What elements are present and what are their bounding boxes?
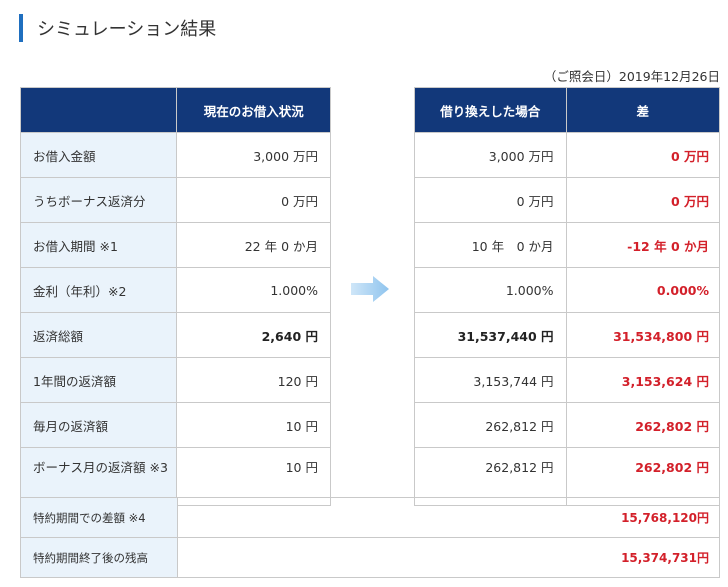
current-bonus-portion: 0 万円 bbox=[176, 177, 331, 223]
row-label-bonus-portion: うちボーナス返済分 bbox=[19, 177, 178, 223]
current-total-repayment: 2,640 円 bbox=[176, 312, 331, 358]
balance-after-special-period: 15,374,731円 bbox=[177, 537, 720, 578]
refinance-loan-amount: 3,000 万円 bbox=[414, 132, 567, 178]
refinance-annual-repayment: 3,153,744 円 bbox=[414, 357, 567, 403]
refinance-table: 借り換えした場合 差 3,000 万円 0 万円 0 万円 0 万円 10 年 … bbox=[414, 87, 721, 506]
current-loan-header: 現在のお借入状況 bbox=[176, 87, 331, 133]
title-accent-bar bbox=[19, 14, 23, 42]
difference-header: 差 bbox=[565, 87, 721, 133]
refinance-loan-period: 10 年 0 か月 bbox=[414, 222, 567, 268]
diff-bonus-portion: 0 万円 bbox=[565, 177, 721, 223]
arrow-right-icon bbox=[351, 276, 389, 302]
page-title-wrap: シミュレーション結果 bbox=[19, 13, 216, 43]
row-label-balance-after-special-period: 特約期間終了後の残高 bbox=[20, 537, 178, 578]
refinance-interest-rate: 1.000% bbox=[414, 267, 567, 313]
row-label-interest-rate: 金利（年利）※2 bbox=[19, 267, 178, 313]
row-label-annual-repayment: 1年間の返済額 bbox=[19, 357, 178, 403]
diff-annual-repayment: 3,153,624 円 bbox=[565, 357, 721, 403]
diff-interest-rate: 0.000% bbox=[565, 267, 721, 313]
refinance-bonus-portion: 0 万円 bbox=[414, 177, 567, 223]
diff-loan-period: -12 年 0 か月 bbox=[565, 222, 721, 268]
current-monthly-repayment: 10 円 bbox=[176, 402, 331, 448]
refinance-monthly-repayment: 262,812 円 bbox=[414, 402, 567, 448]
current-annual-repayment: 120 円 bbox=[176, 357, 331, 403]
current-loan-period: 22 年 0 か月 bbox=[176, 222, 331, 268]
current-loan-amount: 3,000 万円 bbox=[176, 132, 331, 178]
reference-date: （ご照会日）2019年12月26日 bbox=[543, 69, 720, 84]
row-label-special-period-difference: 特約期間での差額 ※4 bbox=[20, 497, 178, 538]
current-interest-rate: 1.000% bbox=[176, 267, 331, 313]
current-loan-table: 現在のお借入状況 お借入金額 3,000 万円 うちボーナス返済分 0 万円 お… bbox=[19, 87, 331, 506]
refinance-total-repayment: 31,537,440 円 bbox=[414, 312, 567, 358]
row-label-loan-period: お借入期間 ※1 bbox=[19, 222, 178, 268]
row-label-total-repayment: 返済総額 bbox=[19, 312, 178, 358]
refinance-header: 借り換えした場合 bbox=[414, 87, 567, 133]
special-period-table: 特約期間での差額 ※4 15,768,120円 特約期間終了後の残高 15,37… bbox=[20, 497, 720, 578]
special-period-difference: 15,768,120円 bbox=[177, 497, 720, 538]
row-label-loan-amount: お借入金額 bbox=[19, 132, 178, 178]
diff-total-repayment: 31,534,800 円 bbox=[565, 312, 721, 358]
page-title: シミュレーション結果 bbox=[37, 19, 217, 40]
row-label-monthly-repayment: 毎月の返済額 bbox=[19, 402, 178, 448]
left-header-blank bbox=[19, 87, 178, 133]
diff-loan-amount: 0 万円 bbox=[565, 132, 721, 178]
diff-monthly-repayment: 262,802 円 bbox=[565, 402, 721, 448]
